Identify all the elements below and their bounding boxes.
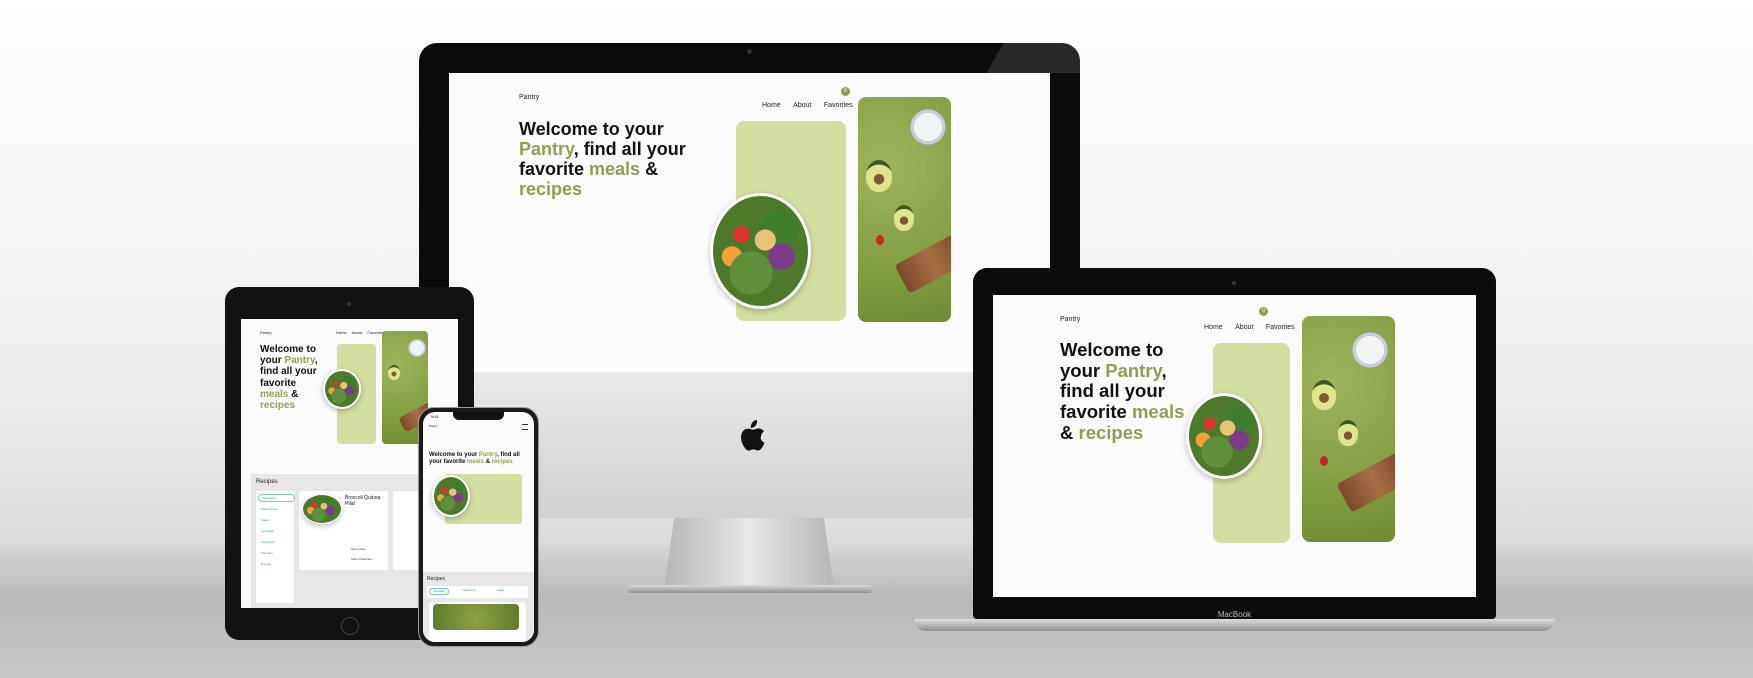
category-item-popular[interactable]: Popular <box>261 562 271 566</box>
avocado <box>1312 380 1336 410</box>
favorites-count-badge: 0 <box>841 87 850 96</box>
favorites-count-badge: 0 <box>1259 307 1268 316</box>
category-item-gluten-free[interactable]: Gluten Free <box>261 507 277 511</box>
tablet-home-button[interactable] <box>341 617 359 635</box>
recipe-image <box>433 604 519 630</box>
phone-screen: 9:41 Pantry Welcome to your Pantry, find… <box>423 412 534 642</box>
nav-home[interactable]: Home <box>762 102 781 109</box>
main-nav: Home About Favorites <box>1196 316 1295 334</box>
category-strip: Vegetarian Gluten Free Vegan <box>427 586 528 598</box>
salt-bowl <box>910 109 946 145</box>
phone: 9:41 Pantry Welcome to your Pantry, find… <box>418 407 539 647</box>
laptop-camera <box>1232 281 1236 285</box>
laptop-base <box>914 619 1555 631</box>
category-item-ketogenic[interactable]: Ketogenic <box>261 540 274 544</box>
hero-title: Welcome to your Pantry, find all your fa… <box>429 452 520 465</box>
cutting-board <box>894 232 951 294</box>
apple-logo-icon <box>741 420 765 451</box>
tomato <box>1320 456 1328 466</box>
phone-notch <box>453 412 504 420</box>
nav-home[interactable]: Home <box>336 330 347 335</box>
salad-bowl-image <box>323 369 361 409</box>
brand-logo[interactable]: Pantry <box>1060 316 1080 323</box>
brand-logo[interactable]: Pantry <box>429 424 438 428</box>
salt-bowl <box>408 339 426 357</box>
recipe-title: Broccoli Quinoa Pilaf <box>345 495 381 507</box>
nav-favorites[interactable]: Favorites <box>824 102 853 109</box>
category-list: Vegetarian Gluten Free Vegan Low Carb Ke… <box>256 491 295 603</box>
category-item-vegan[interactable]: Vegan <box>261 518 270 522</box>
category-item-low-carb[interactable]: Low Carb <box>261 529 274 533</box>
hero-title: Welcome to your Pantry, find all your fa… <box>519 119 686 200</box>
avocado <box>388 365 400 380</box>
ingredients-photo <box>1302 316 1395 542</box>
recipes-heading: Recipes <box>256 479 278 485</box>
recipe-card[interactable]: Broccoli Quinoa Pilaf See recipe Add to … <box>299 491 388 570</box>
menu-icon[interactable] <box>522 424 528 430</box>
monitor-glare <box>940 43 1080 73</box>
category-item-vegan[interactable]: Vegan <box>497 589 504 592</box>
laptop-label: MacBook <box>1217 610 1252 619</box>
recipe-card[interactable] <box>429 602 526 642</box>
category-item-gluten-free[interactable]: Gluten Free <box>463 589 476 592</box>
nav-home[interactable]: Home <box>1204 324 1223 331</box>
category-item-trending[interactable]: Trending <box>261 551 273 555</box>
monitor-camera <box>747 49 752 54</box>
cutting-board <box>1336 451 1395 513</box>
ingredients-photo <box>858 97 951 322</box>
laptop: Pantry Home About Favorites 0 Welcome to… <box>973 268 1496 619</box>
avocado <box>1338 420 1358 446</box>
see-recipe-button[interactable]: See recipe <box>351 547 365 551</box>
add-to-favorites-button[interactable]: Add to favorites <box>351 557 372 561</box>
recipes-section: Recipes Vegetarian Gluten Free Vegan <box>423 572 534 642</box>
recipe-image <box>302 494 342 524</box>
tablet-camera <box>347 302 351 306</box>
avocado <box>894 205 914 231</box>
recipes-heading: Recipes <box>427 576 446 582</box>
monitor-foot <box>628 585 872 593</box>
status-time: 9:41 <box>431 414 439 419</box>
laptop-screen: Pantry Home About Favorites 0 Welcome to… <box>993 295 1476 597</box>
nav-about[interactable]: About <box>352 330 362 335</box>
desktop-screen: Pantry Home About Favorites 0 Welcome to… <box>449 73 1050 373</box>
tomato <box>876 235 884 245</box>
salad-bowl-image <box>710 193 811 309</box>
hero-title: Welcome to your Pantry, find all your fa… <box>260 344 318 411</box>
hero-title: Welcome to your Pantry, find all your fa… <box>1060 339 1185 443</box>
nav-about[interactable]: About <box>1235 324 1253 331</box>
brand-logo[interactable]: Pantry <box>519 94 539 101</box>
main-nav: Home About Favorites <box>754 94 853 112</box>
category-item-vegetarian[interactable]: Vegetarian <box>429 588 449 595</box>
salad-bowl-image <box>432 475 470 517</box>
nav-favorites[interactable]: Favorites <box>1266 324 1295 331</box>
salt-bowl <box>1352 332 1388 368</box>
monitor-stand <box>664 518 834 588</box>
salad-bowl-image <box>1186 393 1262 479</box>
nav-about[interactable]: About <box>793 102 811 109</box>
main-nav: Home About Favorites <box>336 330 384 335</box>
avocado <box>866 160 892 192</box>
brand-logo[interactable]: Pantry <box>260 330 272 335</box>
category-item-vegetarian[interactable]: Vegetarian <box>258 494 295 502</box>
